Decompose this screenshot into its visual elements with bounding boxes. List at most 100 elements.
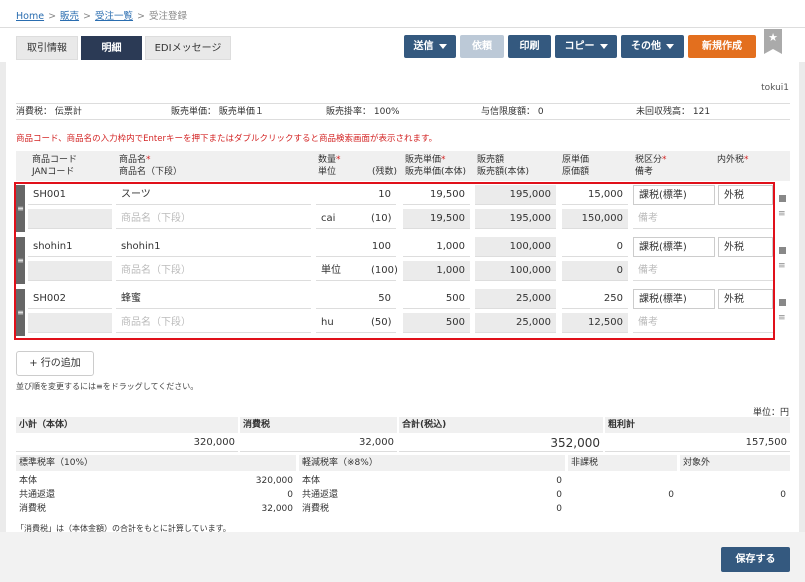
amount-value: 100,000 [475,237,556,257]
std-rate-title: 標準税率（10%） [16,455,296,471]
new-button[interactable]: 新規作成 [688,35,756,58]
breadcrumb-home[interactable]: Home [16,11,44,22]
unit-price-input[interactable]: 1,000 [403,237,470,257]
memo-input[interactable]: 備考 [633,209,773,229]
product-code-input[interactable]: shohin1 [28,237,112,257]
breadcrumb: Home > 販売 > 受注一覧 > 受注登録 [16,11,188,22]
cost-amount: 0 [562,261,628,281]
row-sort-icon[interactable]: ≡ [778,210,786,219]
tax-inclusion-select[interactable]: 外税 [718,185,773,205]
copy-button[interactable]: コピー [555,35,617,58]
row-sort-icon[interactable]: ≡ [778,314,786,323]
chevron-down-icon [438,43,447,49]
print-button[interactable]: 印刷 [508,35,551,58]
reduced-rate-title: 軽減税率（※8%） [299,455,565,471]
jan-code-input[interactable] [28,209,112,229]
add-row-button[interactable]: + 行の追加 [16,351,94,376]
jan-code-input[interactable] [28,313,112,333]
tax-inclusion-select[interactable]: 外税 [718,237,773,257]
info-price: 販売単価： 販売単価１ [171,107,264,117]
bookmark-star-icon[interactable]: ★ [764,29,782,54]
gross-label: 粗利計 [605,417,790,433]
row-menu-icon[interactable] [779,247,786,254]
jan-code-input[interactable] [28,261,112,281]
product-name-input[interactable]: shohin1 [116,237,311,257]
unit-price-input[interactable]: 19,500 [403,185,470,205]
memo-input[interactable]: 備考 [633,261,773,281]
table-header: 商品コード JANコード 商品名* 商品名（下段） 数量* 単位 (残数) 販売単価*… [16,151,790,181]
tax-category-select[interactable]: 課税(標準) [633,237,715,257]
tax-category-select[interactable]: 課税(標準) [633,185,715,205]
remaining-qty: (50) [366,313,396,333]
product-name-input[interactable]: スーツ [116,185,311,205]
row-menu-icon[interactable] [779,195,786,202]
amount-base: 100,000 [475,261,556,281]
unit-input[interactable]: cai [316,209,366,229]
tab-edi-message[interactable]: EDIメッセージ [145,36,231,60]
bottom-bar [0,532,805,582]
tab-details[interactable]: 明細 [81,36,142,60]
unit-price-base: 19,500 [403,209,470,229]
info-limit: 与信限度額： 0 [481,107,544,117]
nontax-value: 0 [668,490,674,500]
drag-hint: 並び順を変更するには≡をドラッグしてください。 [16,382,199,391]
save-button[interactable]: 保存する [721,547,790,572]
info-balance: 未回収残高： 121 [636,107,711,117]
unit-price-input[interactable]: 500 [403,289,470,309]
product-name2-input[interactable]: 商品名（下段） [116,209,311,229]
request-button[interactable]: 依頼 [460,35,504,58]
exempt-value: 0 [780,490,786,500]
total-label: 合計(税込) [399,417,603,433]
row-sort-icon[interactable]: ≡ [778,262,786,271]
tax-category-select[interactable]: 課税(標準) [633,289,715,309]
cost-amount: 12,500 [562,313,628,333]
chevron-down-icon [666,43,674,49]
row-menu-icon[interactable] [779,299,786,306]
total-value: 352,000 [399,434,603,452]
breadcrumb-orders[interactable]: 受注一覧 [95,11,133,22]
product-name-input[interactable]: 蜂蜜 [116,289,311,309]
product-name2-input[interactable]: 商品名（下段） [116,261,311,281]
cost-amount: 150,000 [562,209,628,229]
drag-handle-icon[interactable]: ≡ [16,185,25,232]
unit-price-base: 500 [403,313,470,333]
gross-value: 157,500 [605,434,790,452]
user-name: tokui1 [761,83,789,93]
memo-input[interactable]: 備考 [633,313,773,333]
amount-base: 25,000 [475,313,556,333]
tax-value: 32,000 [240,434,397,452]
amount-base: 195,000 [475,209,556,229]
subtotal-value: 320,000 [16,434,238,452]
chevron-down-icon [599,43,608,49]
quantity-input[interactable]: 10 [316,185,396,205]
send-button[interactable]: 送信 [404,35,456,58]
breadcrumb-current: 受注登録 [149,11,188,22]
exempt-title: 対象外 [680,455,790,471]
info-bar: 消費税： 伝票計 販売単価： 販売単価１ 販売掛率： 100% 与信限度額： 0… [16,103,790,120]
nontax-title: 非課税 [568,455,677,471]
remaining-qty: (10) [366,209,396,229]
other-button[interactable]: その他 [621,35,684,58]
subtotal-label: 小計（本体） [16,417,238,433]
unit-input[interactable]: hu [316,313,366,333]
tax-inclusion-select[interactable]: 外税 [718,289,773,309]
cost-price-input[interactable]: 15,000 [562,185,628,205]
cost-price-input[interactable]: 0 [562,237,628,257]
quantity-input[interactable]: 100 [316,237,396,257]
breadcrumb-sales[interactable]: 販売 [60,11,79,22]
amount-value: 25,000 [475,289,556,309]
tab-transaction-info[interactable]: 取引情報 [16,36,78,60]
unit-input[interactable]: 単位 [316,261,366,281]
product-code-input[interactable]: SH002 [28,289,112,309]
amount-value: 195,000 [475,185,556,205]
product-name2-input[interactable]: 商品名（下段） [116,313,311,333]
quantity-input[interactable]: 50 [316,289,396,309]
info-rate: 販売掛率： 100% [326,107,400,117]
cost-price-input[interactable]: 250 [562,289,628,309]
notice-text: 商品コード、商品名の入力枠内でEnterキーを押下またはダブルクリックすると商品… [16,134,438,144]
tax-label: 消費税 [240,417,397,433]
drag-handle-icon[interactable]: ≡ [16,289,25,336]
drag-handle-icon[interactable]: ≡ [16,237,25,284]
info-tax: 消費税： 伝票計 [16,107,82,117]
product-code-input[interactable]: SH001 [28,185,112,205]
